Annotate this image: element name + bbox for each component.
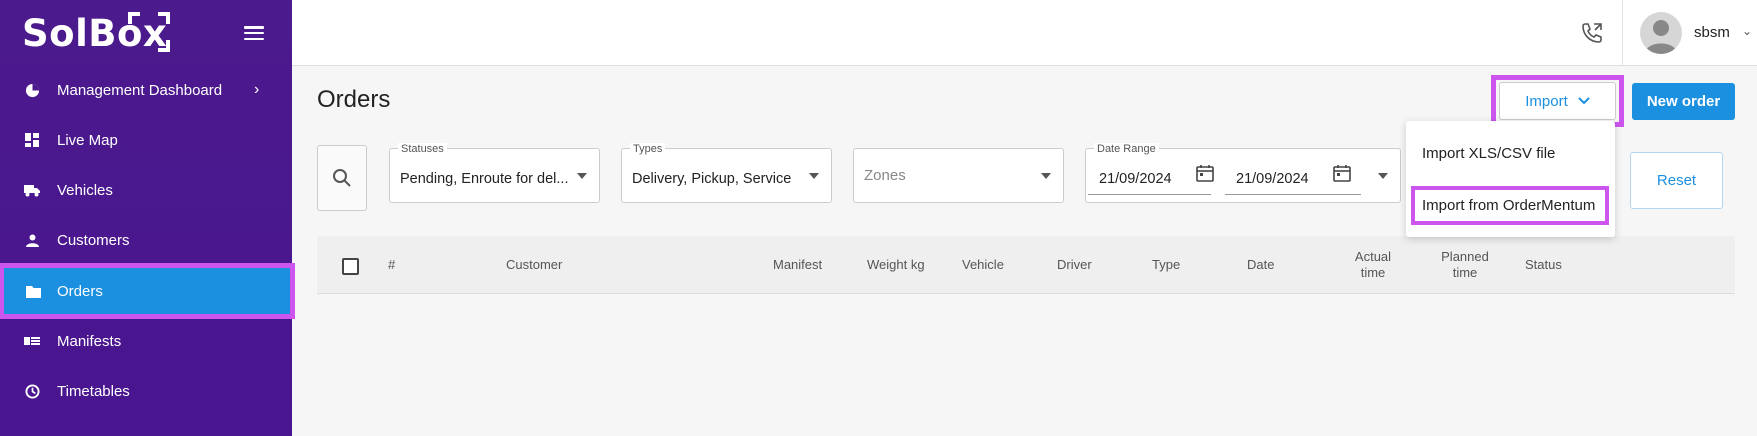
sidebar-item-management-dashboard[interactable]: Management Dashboard › bbox=[0, 67, 292, 113]
column-header-type[interactable]: Type bbox=[1152, 257, 1180, 273]
sidebar-item-timetables[interactable]: Timetables bbox=[0, 368, 292, 414]
column-header-weight[interactable]: Weight kg bbox=[867, 257, 925, 273]
search-icon bbox=[333, 169, 351, 187]
column-header-vehicle[interactable]: Vehicle bbox=[962, 257, 1004, 273]
zones-select[interactable]: Zones bbox=[853, 148, 1064, 203]
date-to-input[interactable]: 21/09/2024 bbox=[1225, 162, 1361, 195]
logo-bracket-icon bbox=[128, 12, 170, 52]
calendar-icon[interactable] bbox=[1196, 164, 1214, 182]
username[interactable]: sbsm bbox=[1694, 24, 1730, 41]
truck-icon bbox=[24, 182, 40, 198]
column-header-driver[interactable]: Driver bbox=[1057, 257, 1092, 273]
sidebar-item-label: Manifests bbox=[57, 332, 122, 350]
top-bar: sbsm ⌄ bbox=[292, 0, 1757, 66]
chevron-right-icon: › bbox=[254, 81, 260, 98]
search-button[interactable] bbox=[317, 145, 367, 211]
page-title: Orders bbox=[317, 86, 391, 113]
sidebar-item-customers[interactable]: Customers bbox=[0, 217, 292, 263]
pie-chart-icon bbox=[24, 82, 40, 98]
avatar[interactable] bbox=[1640, 12, 1682, 54]
calendar-icon[interactable] bbox=[1333, 164, 1351, 182]
caret-down-icon bbox=[809, 173, 819, 179]
menu-toggle-icon[interactable] bbox=[244, 26, 264, 40]
new-order-button[interactable]: New order bbox=[1632, 83, 1735, 120]
sidebar-item-live-map[interactable]: Live Map bbox=[0, 117, 292, 163]
reset-button[interactable]: Reset bbox=[1630, 152, 1723, 209]
caret-down-icon[interactable] bbox=[1378, 173, 1388, 179]
column-header-planned-time[interactable]: Planned time bbox=[1437, 249, 1493, 281]
sidebar: SolBox Management Dashboard › Live Map V… bbox=[0, 0, 295, 436]
caret-down-icon bbox=[577, 173, 587, 179]
person-icon bbox=[24, 232, 40, 248]
types-label: Types bbox=[630, 143, 666, 155]
statuses-label: Statuses bbox=[398, 143, 447, 155]
date-from-input[interactable]: 21/09/2024 bbox=[1088, 162, 1214, 195]
clock-icon bbox=[24, 383, 40, 399]
phone-forward-icon[interactable] bbox=[1580, 21, 1604, 45]
import-button[interactable]: Import bbox=[1499, 82, 1616, 120]
table-header: # Customer Manifest Weight kg Vehicle Dr… bbox=[317, 236, 1735, 294]
sidebar-item-label: Timetables bbox=[57, 382, 130, 400]
date-range-label: Date Range bbox=[1094, 143, 1159, 155]
zones-placeholder: Zones bbox=[864, 167, 906, 184]
chevron-down-icon[interactable]: ⌄ bbox=[1742, 24, 1752, 38]
types-select[interactable]: Types Delivery, Pickup, Service bbox=[621, 143, 832, 203]
divider bbox=[1622, 0, 1623, 66]
folder-icon bbox=[25, 283, 41, 299]
date-from-value: 21/09/2024 bbox=[1099, 171, 1172, 187]
statuses-select[interactable]: Statuses Pending, Enroute for del... bbox=[389, 143, 600, 203]
column-header-actual-time[interactable]: Actual time bbox=[1348, 249, 1398, 281]
column-header-date[interactable]: Date bbox=[1247, 257, 1274, 273]
dashboard-icon bbox=[24, 132, 40, 148]
chevron-down-icon bbox=[1578, 97, 1590, 105]
sidebar-item-label: Orders bbox=[57, 282, 103, 300]
ordermentum-highlight bbox=[1411, 186, 1609, 225]
menu-item-import-xls-csv[interactable]: Import XLS/CSV file bbox=[1422, 145, 1555, 162]
user-avatar-icon bbox=[1645, 20, 1677, 54]
column-header-customer[interactable]: Customer bbox=[506, 257, 562, 273]
sidebar-item-label: Vehicles bbox=[57, 181, 113, 199]
column-header-number[interactable]: # bbox=[388, 257, 395, 273]
statuses-value: Pending, Enroute for del... bbox=[400, 171, 569, 187]
sidebar-item-manifests[interactable]: Manifests bbox=[0, 318, 292, 364]
list-card-icon bbox=[24, 333, 40, 349]
date-to-value: 21/09/2024 bbox=[1236, 171, 1309, 187]
types-value: Delivery, Pickup, Service bbox=[632, 171, 792, 187]
sidebar-item-label: Management Dashboard bbox=[57, 81, 223, 99]
sidebar-item-label: Customers bbox=[57, 231, 130, 249]
column-header-status[interactable]: Status bbox=[1525, 257, 1562, 273]
column-header-manifest[interactable]: Manifest bbox=[773, 257, 822, 273]
sidebar-item-vehicles[interactable]: Vehicles bbox=[0, 167, 292, 213]
sidebar-item-orders[interactable]: Orders bbox=[0, 263, 295, 319]
import-label: Import bbox=[1525, 92, 1568, 110]
select-all-checkbox[interactable] bbox=[342, 258, 359, 275]
sidebar-item-label: Live Map bbox=[57, 131, 118, 149]
caret-down-icon bbox=[1041, 173, 1051, 179]
